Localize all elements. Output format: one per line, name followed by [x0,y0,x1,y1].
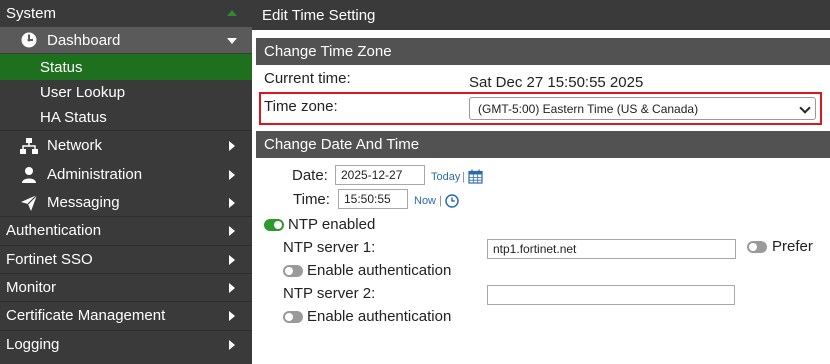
chevron-down-icon [227,38,237,44]
sidebar-item-label: System [6,4,57,22]
sidebar-item-label: User Lookup [40,84,126,101]
today-link[interactable]: Today [431,171,460,183]
time-zone-label: Time zone: [264,98,338,115]
enable-authentication-1-toggle[interactable] [283,265,303,277]
date-label: Date: [292,167,328,184]
sidebar-item-label: Logging [6,336,60,353]
ntp-enabled-label: NTP enabled [288,216,376,233]
calendar-icon[interactable] [468,169,483,189]
chevron-right-icon [229,141,235,151]
sidebar-item-label: Messaging [47,194,120,211]
sidebar-item-certificate-management[interactable]: Certificate Management [0,301,252,330]
ntp-server-1-input[interactable]: ntp1.fortinet.net [487,239,736,259]
ntp-server-1-label: NTP server 1: [283,239,376,256]
sidebar-item-logging[interactable]: Logging [0,330,252,359]
current-time-label: Current time: [264,70,351,87]
sidebar-item-monitor[interactable]: Monitor [0,273,252,302]
page-title: Edit Time Setting [252,0,830,30]
sidebar-item-system[interactable]: System [0,0,252,26]
sidebar: System Dashboard Status User Lookup HA S… [0,0,252,364]
section-header-date-time: Change Date And Time [256,131,830,158]
toggle-knob [749,243,757,251]
date-input[interactable]: 2025-12-27 [335,165,425,185]
sidebar-item-network[interactable]: Network [0,131,252,160]
prefer-label: Prefer [772,238,813,255]
chevron-right-icon [229,170,235,180]
sidebar-item-status[interactable]: Status [0,54,252,80]
now-link[interactable]: Now [414,195,436,207]
sidebar-item-ha-status[interactable]: HA Status [0,105,252,130]
network-icon [20,137,38,155]
sidebar-item-label: Administration [47,166,143,183]
time-zone-selected-value: (GMT-5:00) Eastern Time (US & Canada) [478,101,699,116]
sidebar-item-messaging[interactable]: Messaging [0,188,252,217]
ntp-server-2-label: NTP server 2: [283,285,376,302]
sidebar-item-label: Certificate Management [6,307,166,324]
sidebar-item-label: Status [40,58,83,76]
time-input[interactable]: 15:50:55 [338,189,408,209]
enable-authentication-2-label: Enable authentication [307,308,452,325]
separator: | [462,171,465,183]
chevron-down-icon [799,102,811,114]
clock-icon[interactable] [445,194,459,213]
toggle-knob [285,267,293,275]
chevron-right-icon [229,340,235,350]
section-header-time-zone: Change Time Zone [256,38,830,65]
dashboard-icon [20,31,38,49]
sidebar-item-label: HA Status [40,109,107,126]
enable-authentication-1-label: Enable authentication [307,262,452,279]
sidebar-item-authentication[interactable]: Authentication [0,216,252,245]
sidebar-item-user-lookup[interactable]: User Lookup [0,80,252,105]
chevron-right-icon [229,226,235,236]
user-icon [20,166,38,184]
separator: | [439,195,442,207]
toggle-knob [274,221,282,229]
chevron-right-icon [229,198,235,208]
sidebar-item-label: Fortinet SSO [6,251,93,268]
sidebar-item-label: Authentication [6,222,102,239]
ntp-server-2-input[interactable] [487,285,735,305]
sidebar-item-fortinet-sso[interactable]: Fortinet SSO [0,245,252,274]
prefer-toggle[interactable] [747,241,767,253]
toggle-knob [285,313,293,321]
enable-authentication-2-toggle[interactable] [283,311,303,323]
chevron-right-icon [229,255,235,265]
time-label: Time: [293,191,330,208]
sidebar-item-administration[interactable]: Administration [0,160,252,189]
chevron-right-icon [229,283,235,293]
chevron-up-icon [227,10,237,16]
sidebar-item-label: Monitor [6,279,57,296]
paper-plane-icon [20,194,38,212]
sidebar-item-dashboard[interactable]: Dashboard [0,27,252,53]
ntp-enabled-toggle[interactable] [264,219,284,231]
chevron-right-icon [229,311,235,321]
sidebar-item-label: Dashboard [47,31,121,49]
current-time-value: Sat Dec 27 15:50:55 2025 [469,74,644,91]
sidebar-item-label: Network [47,137,103,154]
time-zone-select[interactable]: (GMT-5:00) Eastern Time (US & Canada) [469,97,816,120]
